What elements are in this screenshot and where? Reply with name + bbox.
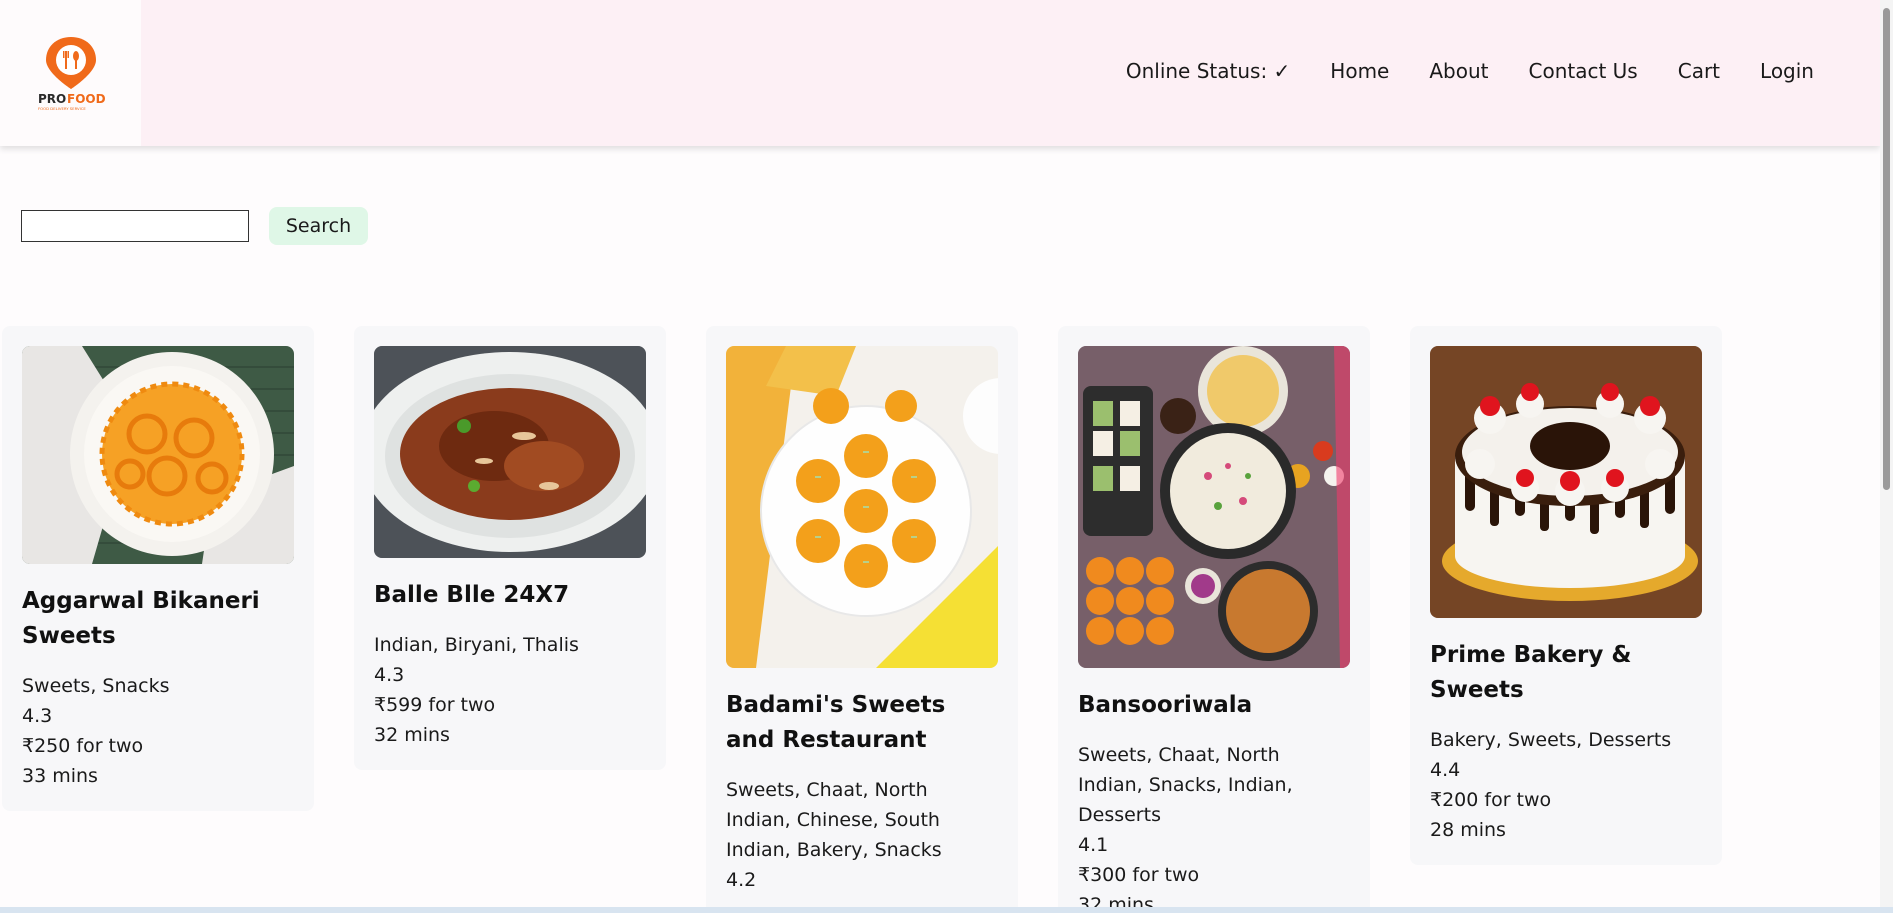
restaurant-card[interactable]: Aggarwal Bikaneri Sweets Sweets, Snacks … [2, 326, 314, 811]
black-forest-cake-image [1430, 346, 1702, 618]
logo[interactable]: PRO FOOD FOOD DELIVERY SERVICE [0, 0, 141, 146]
restaurant-image-cake [1430, 346, 1702, 618]
restaurant-rating: 4.1 [1078, 834, 1109, 856]
page: PRO FOOD FOOD DELIVERY SERVICE Online St… [0, 0, 1893, 913]
restaurant-name: Prime Bakery & Sweets [1430, 642, 1632, 703]
restaurant-rating: 4.3 [22, 705, 53, 727]
svg-text:FOOD DELIVERY SERVICE: FOOD DELIVERY SERVICE [38, 106, 86, 111]
restaurant-card[interactable]: Balle Blle 24X7 Indian, Biryani, Thalis … [354, 326, 666, 770]
window-bottom-edge [0, 907, 1893, 913]
restaurant-image-jalebi [22, 346, 294, 564]
jalebi-plate-image [22, 346, 294, 564]
restaurant-name: Aggarwal Bikaneri Sweets [22, 588, 260, 649]
restaurant-rating: 4.4 [1430, 759, 1461, 781]
restaurant-name: Badami's Sweets and Restaurant [726, 692, 946, 753]
restaurant-image-spread [1078, 346, 1350, 668]
page-scrollbar[interactable] [1880, 0, 1893, 913]
restaurant-cost: ₹250 for two [22, 735, 144, 757]
svg-text:PRO: PRO [38, 92, 66, 106]
restaurant-cost: ₹300 for two [1078, 864, 1200, 886]
search-button[interactable]: Search [269, 207, 368, 245]
scrollbar-thumb[interactable] [1883, 8, 1890, 490]
nav-contact-link[interactable]: Contact Us [1529, 59, 1638, 83]
restaurant-cuisines: Sweets, Chaat, North Indian, Snacks, Ind… [1078, 744, 1293, 826]
restaurant-eta: 28 mins [1430, 819, 1506, 841]
restaurant-image-laddoo [726, 346, 998, 668]
restaurant-cuisines: Sweets, Snacks [22, 675, 170, 697]
nav-about-link[interactable]: About [1429, 59, 1488, 83]
search-input[interactable] [21, 210, 249, 242]
nav-bar: Online Status: ✓ Home About Contact Us C… [1126, 0, 1880, 142]
food-spread-image [1078, 346, 1350, 668]
restaurant-name: Balle Blle 24X7 [374, 582, 570, 608]
restaurant-name: Bansooriwala [1078, 692, 1253, 718]
restaurant-image-curry [374, 346, 646, 558]
restaurant-rating: 4.2 [726, 869, 757, 891]
laddoo-plate-image [726, 346, 998, 668]
restaurant-card[interactable]: Bansooriwala Sweets, Chaat, North Indian… [1058, 326, 1370, 913]
restaurant-card[interactable]: Prime Bakery & Sweets Bakery, Sweets, De… [1410, 326, 1722, 865]
restaurant-cost: ₹599 for two [374, 694, 496, 716]
nav-cart-link[interactable]: Cart [1678, 59, 1720, 83]
restaurant-cuisines: Indian, Biryani, Thalis [374, 634, 579, 656]
restaurant-card[interactable]: Badami's Sweets and Restaurant Sweets, C… [706, 326, 1018, 913]
restaurant-eta: 33 mins [22, 765, 98, 787]
nav-login-link[interactable]: Login [1760, 59, 1814, 83]
header: PRO FOOD FOOD DELIVERY SERVICE Online St… [0, 0, 1880, 146]
svg-text:FOOD: FOOD [67, 92, 106, 106]
restaurant-cuisines: Sweets, Chaat, North Indian, Chinese, So… [726, 779, 942, 861]
profood-logo-icon: PRO FOOD FOOD DELIVERY SERVICE [38, 37, 106, 111]
restaurant-eta: 32 mins [374, 724, 450, 746]
nav-home-link[interactable]: Home [1330, 59, 1389, 83]
curry-plate-image [374, 346, 646, 558]
online-status: Online Status: ✓ [1125, 59, 1291, 83]
restaurant-cuisines: Bakery, Sweets, Desserts [1430, 729, 1672, 751]
restaurant-cost: ₹200 for two [1430, 789, 1552, 811]
restaurant-rating: 4.3 [374, 664, 405, 686]
